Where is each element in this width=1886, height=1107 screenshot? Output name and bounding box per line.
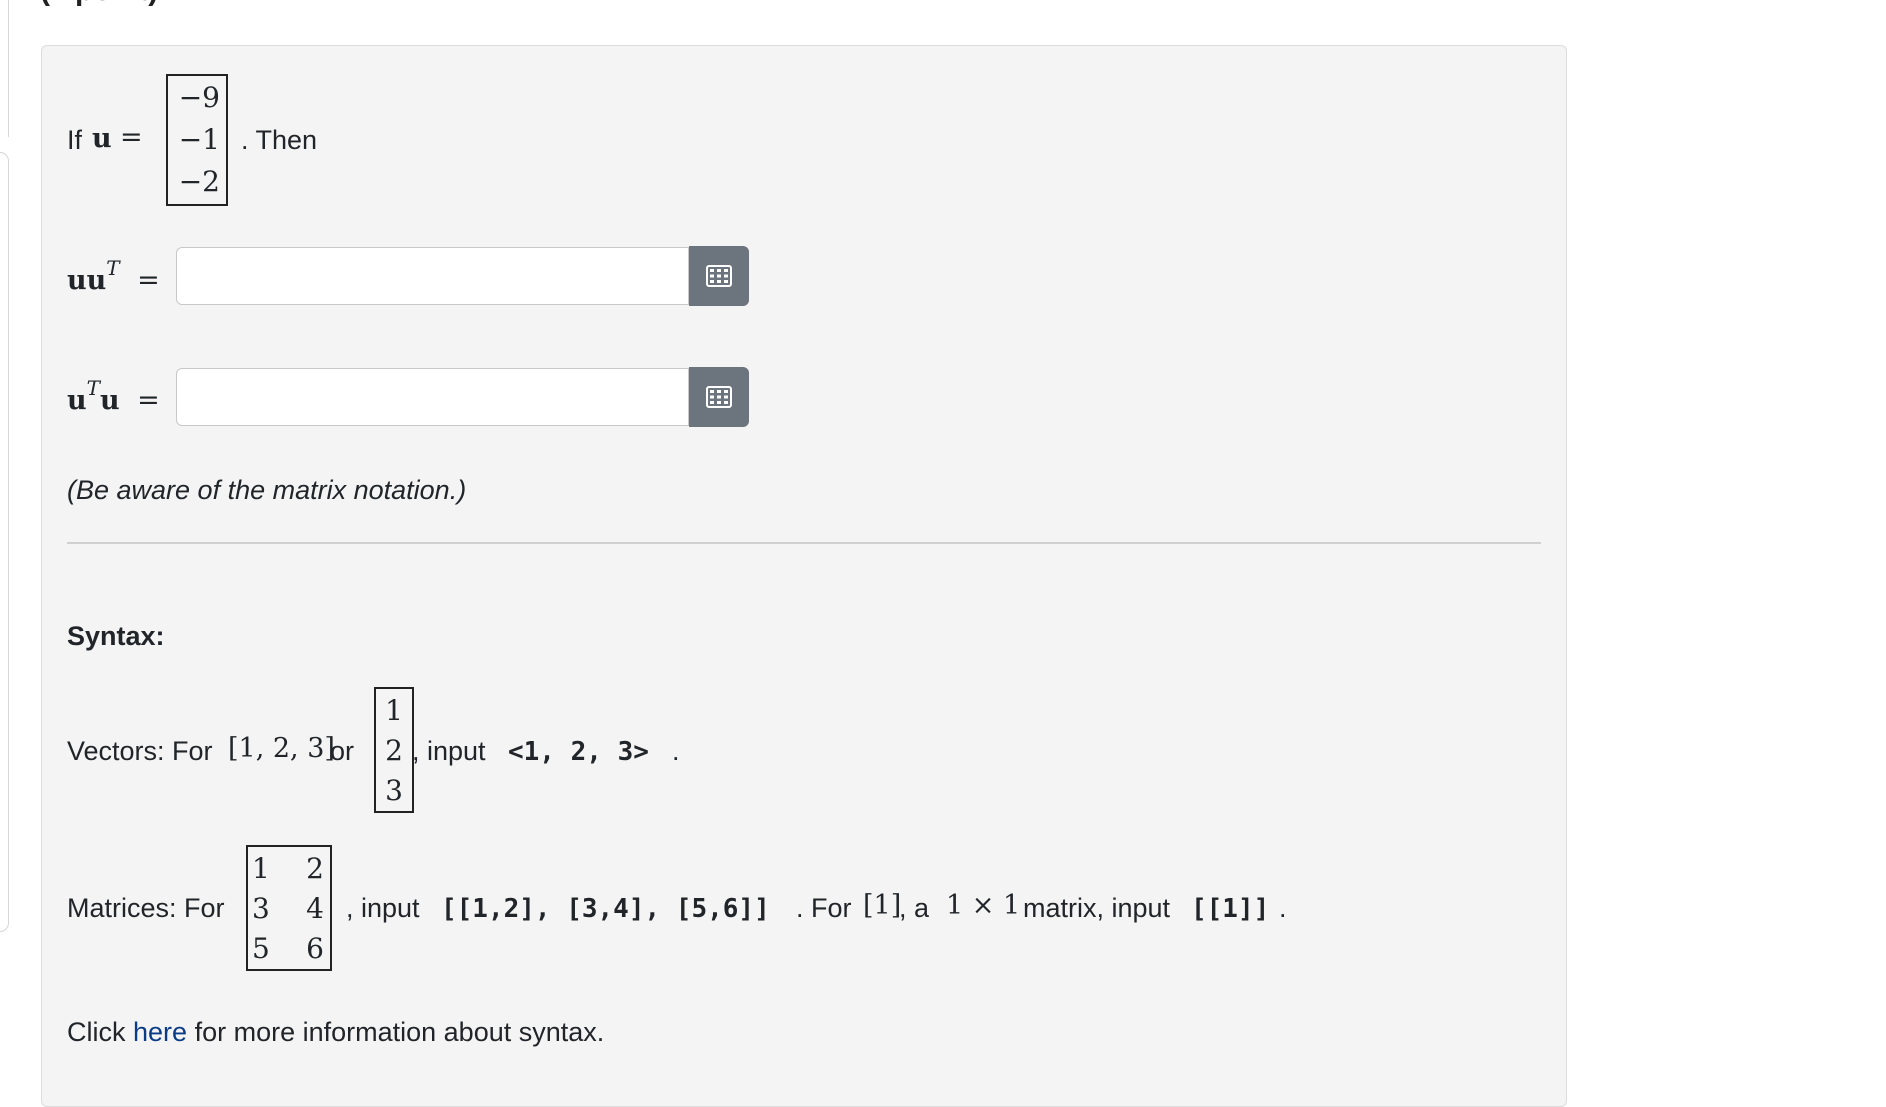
- matrix-grid-icon: [706, 386, 732, 408]
- equals-sign: =: [137, 265, 160, 296]
- question-1-label: uuT =: [67, 256, 160, 302]
- col-entry: 3: [385, 774, 403, 807]
- problem-card: If u = −9 −1 −2 . Then uuT = uTu = (Be a…: [41, 45, 1567, 1107]
- u-symbol: u: [99, 385, 120, 416]
- one-by-one-example: [1]: [863, 890, 902, 921]
- matrix-button-2[interactable]: [689, 367, 749, 427]
- intro-prefix: If: [67, 125, 83, 155]
- previous-panel-edge: [0, 0, 9, 137]
- matrices-end: .: [1279, 893, 1287, 923]
- vectors-end: .: [672, 736, 680, 766]
- u-entry: −1: [178, 123, 220, 156]
- answer-2-input[interactable]: [176, 368, 689, 426]
- u-symbol: u: [92, 123, 112, 154]
- row-vector-example: [1, 2, 3]: [228, 733, 335, 764]
- vectors-mid: , input: [412, 736, 486, 766]
- syntax-help-link[interactable]: here: [133, 1017, 187, 1047]
- matrix-entry: 4: [306, 892, 324, 925]
- matrix-code: [[1,2], [3,4], [5,6]]: [441, 894, 770, 924]
- column-vector-example: 1 2 3: [374, 687, 414, 813]
- transpose-sup: T: [86, 376, 100, 400]
- col-entry: 2: [385, 734, 403, 767]
- u-entry: −2: [178, 165, 220, 198]
- or-word: or: [330, 736, 355, 766]
- click-suffix: for more information about syntax.: [194, 1017, 605, 1047]
- equals-sign: =: [137, 385, 160, 416]
- matrices-mid: , input: [346, 893, 420, 923]
- matrix-entry: 6: [306, 932, 324, 965]
- points-label: (1 point): [40, 0, 158, 8]
- matrix-entry: 3: [252, 892, 270, 925]
- click-prefix: Click: [67, 1017, 126, 1047]
- notation-note: (Be aware of the matrix notation.): [67, 475, 467, 505]
- syntax-heading: Syntax:: [67, 621, 165, 651]
- matrix-entry: 2: [306, 852, 324, 885]
- u-entry: −9: [178, 81, 220, 114]
- matrix-entry: 5: [252, 932, 270, 965]
- matrices-a: , a: [899, 893, 930, 923]
- matrices-prefix: Matrices: For: [67, 893, 225, 923]
- u-vector: −9 −1 −2: [166, 74, 228, 206]
- vector-code: <1, 2, 3>: [508, 737, 649, 767]
- dims-example: 1 × 1: [946, 890, 1021, 921]
- matrix-entry: 1: [252, 852, 270, 885]
- transpose-sup: T: [106, 256, 120, 280]
- syntax-help-line: Click here for more information about sy…: [67, 1012, 604, 1052]
- answer-1-input[interactable]: [176, 247, 689, 305]
- matrices-word: matrix, input: [1023, 893, 1171, 923]
- question-2-label: uTu =: [67, 376, 160, 422]
- matrix-example: 1 2 3 4 5 6: [246, 845, 332, 971]
- col-entry: 1: [385, 694, 403, 727]
- one-by-one-code: [[1]]: [1191, 894, 1270, 924]
- section-divider: [67, 542, 1541, 544]
- intro-suffix: . Then: [241, 125, 318, 155]
- side-panel-edge: [0, 152, 9, 932]
- matrix-grid-icon: [706, 265, 732, 287]
- uu-symbol: uu: [67, 265, 107, 296]
- vectors-prefix: Vectors: For: [67, 736, 213, 766]
- matrices-for2: . For: [796, 893, 852, 923]
- matrix-button-1[interactable]: [689, 246, 749, 306]
- equals-sign: =: [120, 122, 143, 153]
- u-symbol: u: [67, 385, 87, 416]
